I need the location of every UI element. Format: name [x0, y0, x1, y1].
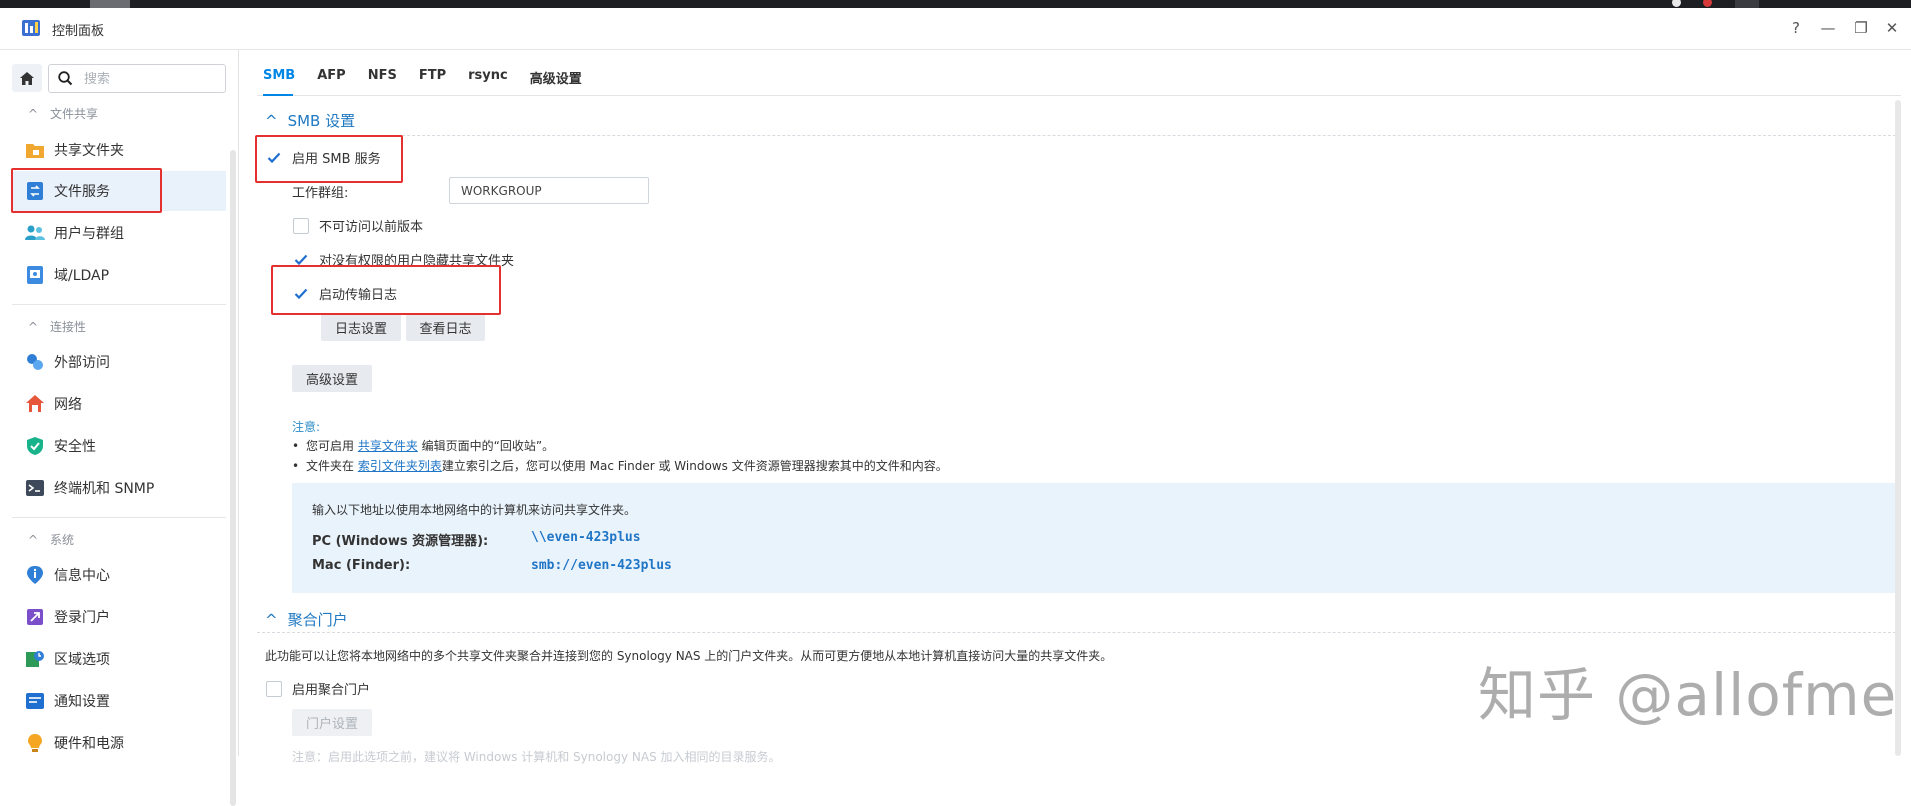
enable-portal-checkbox[interactable]	[266, 680, 282, 697]
highlight-box-enable-smb	[255, 135, 403, 183]
sidebar-item-regional-options[interactable]: 区域选项	[12, 639, 226, 679]
note-line-indexing: • 文件夹在 索引文件夹列表建立索引之后，您可以使用 Mac Finder 或 W…	[292, 459, 948, 473]
tab-rsync[interactable]: rsync	[468, 68, 508, 90]
taskbar-dot	[1672, 0, 1681, 7]
log-settings-button[interactable]: 日志设置	[321, 314, 401, 341]
smb-section-header[interactable]: ^ SMB 设置	[265, 110, 355, 131]
chevron-up-icon: ^	[28, 320, 39, 334]
window-title: 控制面板	[52, 24, 105, 39]
tab-advanced[interactable]: 高级设置	[530, 68, 582, 90]
highlight-box-file-services	[11, 168, 162, 213]
sidebar-item-external-access[interactable]: 外部访问	[12, 342, 226, 382]
tab-bar-divider	[257, 95, 1901, 96]
highlight-box-transfer-log	[271, 265, 501, 315]
section-divider	[257, 135, 1901, 136]
tab-nfs[interactable]: NFS	[368, 68, 397, 90]
users-icon	[24, 223, 46, 243]
sidebar-item-network[interactable]: 网络	[12, 384, 226, 424]
active-tab-indicator	[263, 94, 293, 96]
info-center-icon	[24, 565, 46, 585]
section-header-file-sharing[interactable]: ^ 文件共享	[28, 105, 98, 122]
section-header-connectivity[interactable]: ^ 连接性	[28, 318, 86, 335]
search-box[interactable]	[48, 64, 226, 93]
close-button[interactable]: ✕	[1882, 18, 1902, 38]
help-button[interactable]: ?	[1786, 18, 1806, 38]
chevron-up-icon: ^	[28, 533, 39, 547]
workgroup-label: 工作群组:	[292, 186, 349, 201]
search-input[interactable]	[82, 69, 221, 89]
tab-bar: SMB AFP NFS FTP rsync 高级设置	[263, 68, 604, 90]
tab-ftp[interactable]: FTP	[419, 68, 446, 90]
chevron-up-icon: ^	[265, 611, 278, 629]
control-panel-icon	[20, 18, 42, 38]
enable-portal-option[interactable]: 启用聚合门户	[266, 679, 370, 698]
notification-icon	[24, 691, 46, 711]
access-address-intro: 输入以下地址以使用本地网络中的计算机来访问共享文件夹。	[312, 503, 637, 517]
previous-versions-option[interactable]: 不可访问以前版本	[293, 216, 423, 235]
tab-afp[interactable]: AFP	[317, 68, 345, 90]
mac-address-label: Mac (Finder):	[312, 558, 411, 573]
portal-settings-button[interactable]: 门户设置	[292, 709, 372, 736]
login-portal-icon	[24, 607, 46, 627]
window-titlebar: 控制面板 ? — ❐ ✕	[0, 8, 1911, 50]
access-address-box: 输入以下地址以使用本地网络中的计算机来访问共享文件夹。 PC (Windows …	[292, 483, 1901, 593]
taskbar-button	[90, 0, 130, 8]
sidebar-item-security[interactable]: 安全性	[12, 426, 226, 466]
sidebar-item-login-portal[interactable]: 登录门户	[12, 597, 226, 637]
tab-smb[interactable]: SMB	[263, 68, 295, 90]
external-access-icon	[24, 352, 46, 372]
sidebar-scrollbar[interactable]	[230, 150, 236, 806]
sidebar-divider	[12, 304, 226, 305]
terminal-icon	[24, 478, 46, 498]
taskbar-strip	[0, 0, 1911, 8]
workgroup-input[interactable]: WORKGROUP	[449, 177, 649, 204]
portal-description: 此功能可以让您将本地网络中的多个共享文件夹聚合并连接到您的 Synology N…	[265, 649, 1113, 663]
sidebar-divider	[12, 517, 226, 518]
index-folder-list-link[interactable]: 索引文件夹列表	[358, 459, 442, 473]
sidebar-item-users-groups[interactable]: 用户与群组	[12, 213, 226, 253]
network-icon	[24, 394, 46, 414]
search-icon	[58, 71, 73, 86]
shared-folder-link[interactable]: 共享文件夹	[358, 439, 418, 453]
regional-options-icon	[24, 649, 46, 669]
home-icon	[20, 71, 34, 85]
sidebar-item-domain-ldap[interactable]: 域/LDAP	[12, 255, 226, 295]
note-title: 注意:	[292, 420, 321, 434]
checkmark-icon	[294, 254, 308, 265]
security-shield-icon	[24, 436, 46, 456]
section-header-system[interactable]: ^ 系统	[28, 531, 74, 548]
minimize-button[interactable]: —	[1818, 18, 1838, 38]
portal-note-cutoff: 注意：启用此选项之前，建议将 Windows 计算机和 Synology NAS…	[292, 750, 781, 764]
restore-button[interactable]: ❐	[1851, 18, 1871, 38]
taskbar-dot-red	[1703, 0, 1712, 7]
pc-address-label: PC (Windows 资源管理器):	[312, 534, 489, 549]
watermark: 知乎 @allofme	[1478, 661, 1898, 729]
chevron-up-icon: ^	[265, 112, 278, 130]
sidebar: ^文件共享 共享文件夹 文件服务 用户与群组 域/LDAP ^连接性 外部访问	[0, 50, 239, 806]
sidebar-item-shared-folder[interactable]: 共享文件夹	[12, 130, 226, 170]
chevron-up-icon: ^	[28, 107, 39, 121]
smb-advanced-button[interactable]: 高级设置	[292, 365, 372, 392]
home-button[interactable]	[12, 64, 42, 92]
taskbar-button	[1735, 0, 1759, 8]
pc-address-value: \\even-423plus	[531, 530, 641, 545]
hardware-power-icon	[24, 733, 46, 753]
sidebar-item-info-center[interactable]: 信息中心	[12, 555, 226, 595]
note-line-recycle-bin: • 您可启用 共享文件夹 编辑页面中的“回收站”。	[292, 439, 555, 453]
previous-versions-checkbox[interactable]	[293, 217, 309, 234]
portal-section-header[interactable]: ^ 聚合门户	[265, 609, 348, 630]
mac-address-value: smb://even-423plus	[531, 558, 672, 573]
shared-folder-icon	[24, 140, 46, 160]
sidebar-item-terminal-snmp[interactable]: 终端机和 SNMP	[12, 468, 226, 508]
domain-ldap-icon	[24, 265, 46, 285]
sidebar-item-notification[interactable]: 通知设置	[12, 681, 226, 721]
section-divider	[257, 632, 1901, 633]
view-log-button[interactable]: 查看日志	[406, 314, 485, 341]
sidebar-item-hardware-power[interactable]: 硬件和电源	[12, 723, 226, 763]
